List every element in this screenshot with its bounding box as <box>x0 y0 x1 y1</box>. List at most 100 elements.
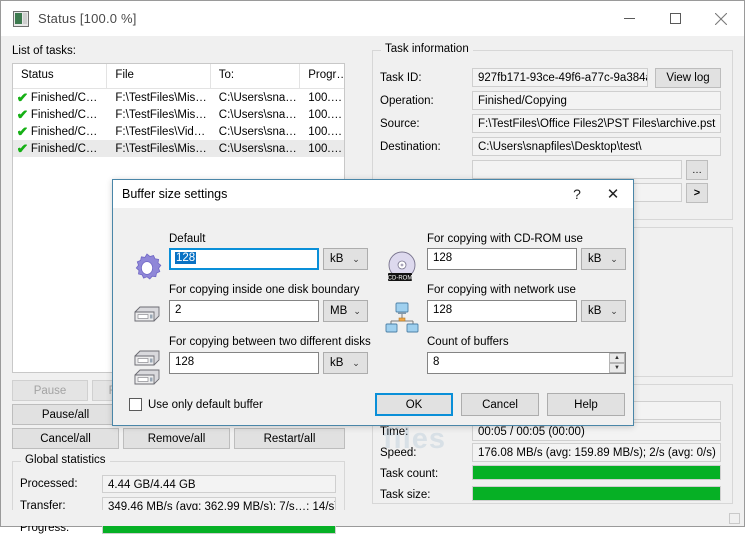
stepper-down-icon[interactable]: ▼ <box>609 363 625 373</box>
maximize-button[interactable] <box>652 1 698 36</box>
operation-value: Finished/Copying <box>472 91 721 110</box>
inside-one-disk-unit-value: MB <box>330 305 348 317</box>
resize-grip-icon[interactable] <box>729 513 740 524</box>
cancel-button[interactable]: Cancel <box>461 393 539 416</box>
between-two-disks-input[interactable]: 128 <box>169 352 319 374</box>
destination-label: Destination: <box>380 141 441 153</box>
cell-progress: 100.… <box>308 108 343 121</box>
finished-check-icon: ✔ <box>16 108 29 121</box>
count-of-buffers-stepper[interactable]: ▲ ▼ <box>609 353 625 373</box>
dialog-close-icon[interactable]: ✕ <box>593 185 633 203</box>
column-header-file[interactable]: File <box>107 64 211 88</box>
use-only-default-buffer-checkbox[interactable]: Use only default buffer <box>129 398 263 411</box>
dialog-titlebar: Buffer size settings ? ✕ <box>113 180 633 208</box>
network-unit-value: kB <box>588 305 602 317</box>
finished-check-icon: ✔ <box>16 91 29 104</box>
minimize-button[interactable] <box>606 1 652 36</box>
chevron-down-icon: ⌄ <box>610 305 618 316</box>
window-title: Status [100.0 %] <box>38 11 137 26</box>
column-header-to[interactable]: To: <box>211 64 301 88</box>
cell-file: F:\TestFiles\Mis… <box>115 142 207 155</box>
between-two-disks-label: For copying between two different disks <box>169 336 371 348</box>
between-two-disks-unit-select[interactable]: kB ⌄ <box>323 352 368 374</box>
window-content: List of tasks: Status File To: Progr… ✔ F… <box>1 36 744 534</box>
source-value: F:\TestFiles\Office Files2\PST Files\arc… <box>472 114 721 133</box>
cell-to: C:\Users\sna… <box>218 142 297 155</box>
task-size-bar <box>472 486 721 501</box>
dialog-body: files Default 128 kB ⌄ For copying insid… <box>113 208 633 455</box>
ok-button[interactable]: OK <box>375 393 453 416</box>
use-only-default-buffer-label: Use only default buffer <box>148 398 263 411</box>
network-buffer-unit-select[interactable]: kB ⌄ <box>581 300 626 322</box>
column-header-progress[interactable]: Progr… <box>300 64 344 88</box>
task-extra-field-1 <box>472 160 682 179</box>
network-buffer-input[interactable]: 128 <box>427 300 577 322</box>
browse-button[interactable]: … <box>686 160 708 180</box>
window-controls <box>606 1 744 36</box>
cell-progress: 100.… <box>308 91 343 104</box>
count-of-buffers-input[interactable]: 8 <box>427 352 626 374</box>
network-buffer-label: For copying with network use <box>427 284 576 296</box>
count-of-buffers-label: Count of buffers <box>427 336 509 348</box>
task-size-label: Task size: <box>380 489 431 501</box>
list-of-tasks-label: List of tasks: <box>12 45 76 57</box>
default-buffer-unit-select[interactable]: kB ⌄ <box>323 248 368 270</box>
cell-progress: 100.… <box>308 142 343 155</box>
cell-status: Finished/C… <box>30 91 98 104</box>
pause-button[interactable]: Pause <box>12 380 88 401</box>
table-row[interactable]: ✔ Finished/C… F:\TestFiles\Vid… C:\Users\… <box>13 123 344 140</box>
cell-to: C:\Users\sna… <box>218 125 297 138</box>
task-count-label: Task count: <box>380 468 439 480</box>
cell-to: C:\Users\sna… <box>218 108 297 121</box>
status-window: Status [100.0 %] List of tasks: Status F… <box>0 0 745 534</box>
app-status-icon <box>13 10 29 27</box>
inside-one-disk-input[interactable]: 2 <box>169 300 319 322</box>
column-header-status[interactable]: Status <box>13 64 108 88</box>
gear-icon <box>131 252 163 287</box>
go-button[interactable]: > <box>686 183 708 203</box>
cell-progress: 100.… <box>308 125 343 138</box>
entire-speed-label: Speed: <box>380 447 417 459</box>
source-label: Source: <box>380 118 420 130</box>
dialog-help-icon[interactable]: ? <box>561 186 593 202</box>
restart-all-button[interactable]: Restart/all <box>234 428 345 449</box>
chevron-down-icon: ⌄ <box>352 253 360 264</box>
pause-all-button[interactable]: Pause/all <box>12 404 119 425</box>
global-processed-value: 4.44 GB/4.44 GB <box>102 475 336 493</box>
task-information-legend: Task information <box>381 43 473 55</box>
inside-one-disk-unit-select[interactable]: MB ⌄ <box>323 300 368 322</box>
table-row[interactable]: ✔ Finished/C… F:\TestFiles\Mis… C:\Users\… <box>13 106 344 123</box>
cdrom-buffer-input[interactable]: 128 <box>427 248 577 270</box>
chevron-down-icon: ⌄ <box>610 253 618 264</box>
entire-time-label: Time: <box>380 426 409 438</box>
cell-file: F:\TestFiles\Mis… <box>115 108 207 121</box>
table-row[interactable]: ✔ Finished/C… F:\TestFiles\Mis… C:\Users\… <box>13 89 344 106</box>
cell-status: Finished/C… <box>30 125 98 138</box>
global-processed-label: Processed: <box>20 478 78 490</box>
remove-all-button[interactable]: Remove/all <box>123 428 230 449</box>
default-buffer-label: Default <box>169 233 206 245</box>
finished-check-icon: ✔ <box>16 125 29 138</box>
cdrom-buffer-label: For copying with CD-ROM use <box>427 233 583 245</box>
table-row[interactable]: ✔ Finished/C… F:\TestFiles\Mis… C:\Users\… <box>13 140 344 157</box>
cdrom-unit-value: kB <box>588 253 602 265</box>
cell-file: F:\TestFiles\Mis… <box>115 91 207 104</box>
two-disks-icon <box>133 348 161 389</box>
close-button[interactable] <box>698 1 744 36</box>
destination-value: C:\Users\snapfiles\Desktop\test\ <box>472 137 721 156</box>
cell-to: C:\Users\sna… <box>218 91 297 104</box>
default-unit-value: kB <box>330 253 344 265</box>
cell-status: Finished/C… <box>30 142 98 155</box>
cancel-all-button[interactable]: Cancel/all <box>12 428 119 449</box>
dialog-title: Buffer size settings <box>122 187 228 201</box>
entire-speed-value: 176.08 MB/s (avg: 159.89 MB/s); 2/s (avg… <box>472 443 721 462</box>
task-list-body: ✔ Finished/C… F:\TestFiles\Mis… C:\Users\… <box>13 89 344 157</box>
svg-text:CD-ROM: CD-ROM <box>388 276 413 282</box>
cdrom-buffer-unit-select[interactable]: kB ⌄ <box>581 248 626 270</box>
global-statistics-legend: Global statistics <box>21 454 110 466</box>
help-button[interactable]: Help <box>547 393 625 416</box>
buffer-size-settings-dialog: Buffer size settings ? ✕ files Default 1… <box>112 179 634 455</box>
stepper-up-icon[interactable]: ▲ <box>609 353 625 363</box>
default-buffer-input[interactable]: 128 <box>169 248 319 270</box>
view-log-button[interactable]: View log <box>655 68 721 88</box>
